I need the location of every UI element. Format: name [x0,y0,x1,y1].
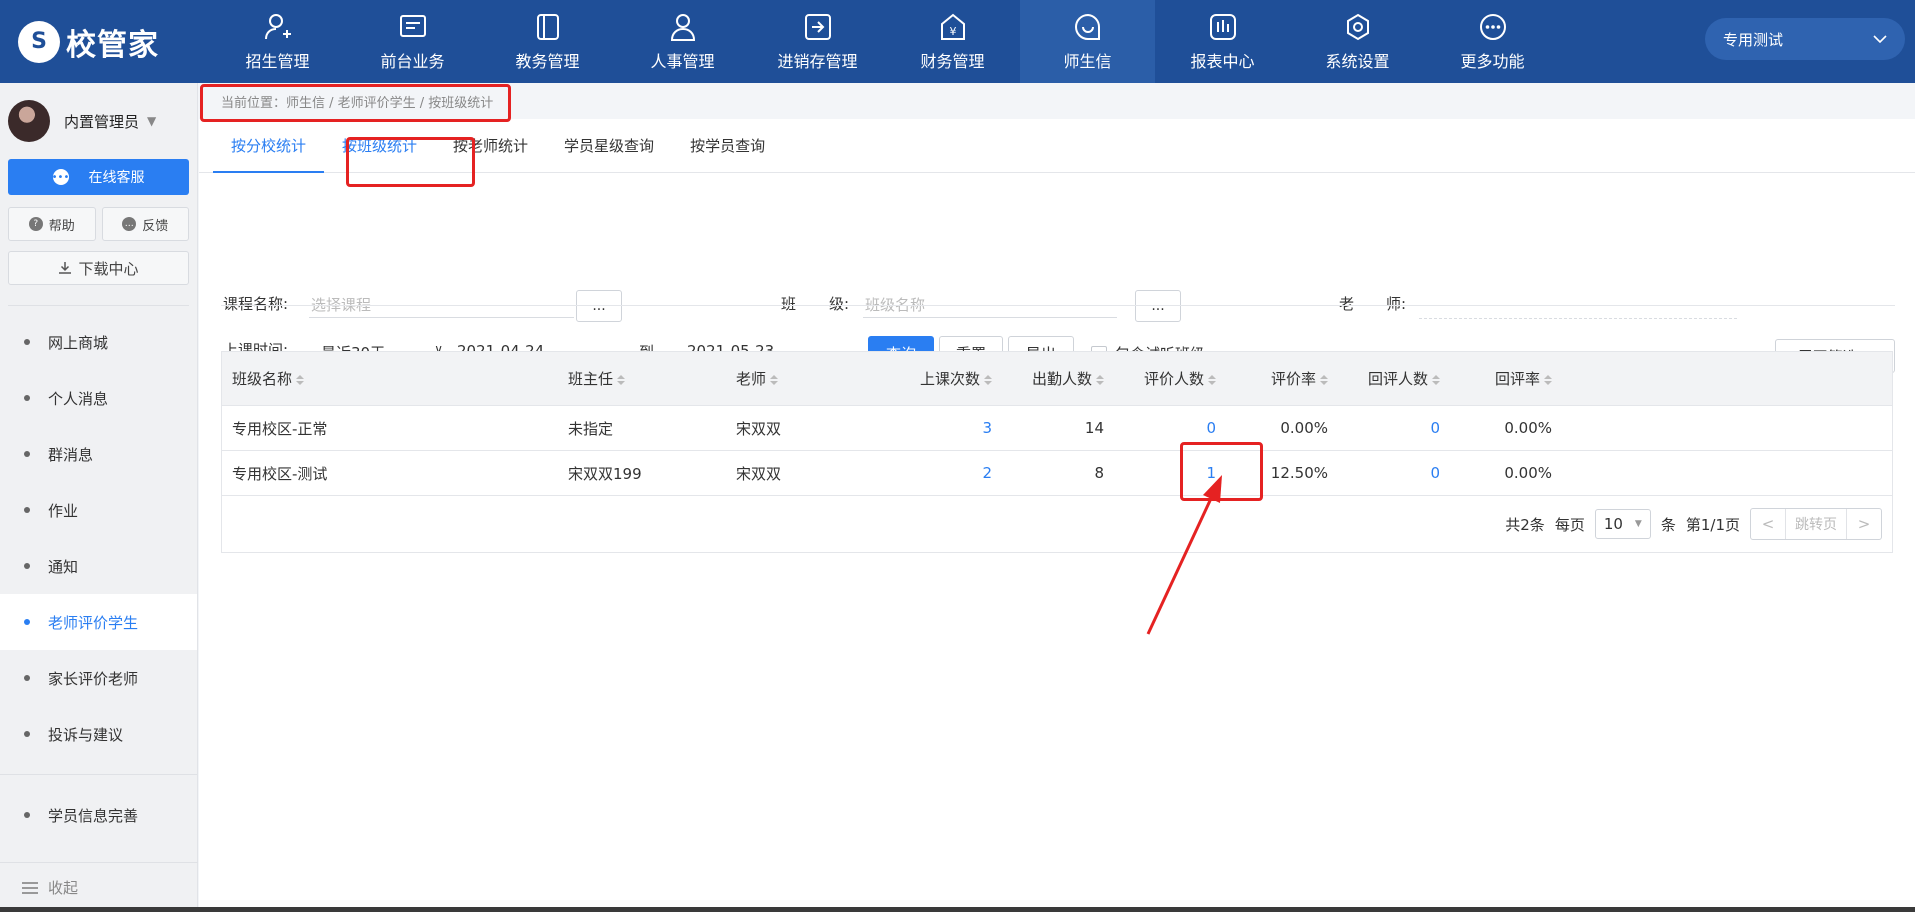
bottom-strip [0,907,1915,912]
annotation-arrow-icon [1146,475,1222,635]
